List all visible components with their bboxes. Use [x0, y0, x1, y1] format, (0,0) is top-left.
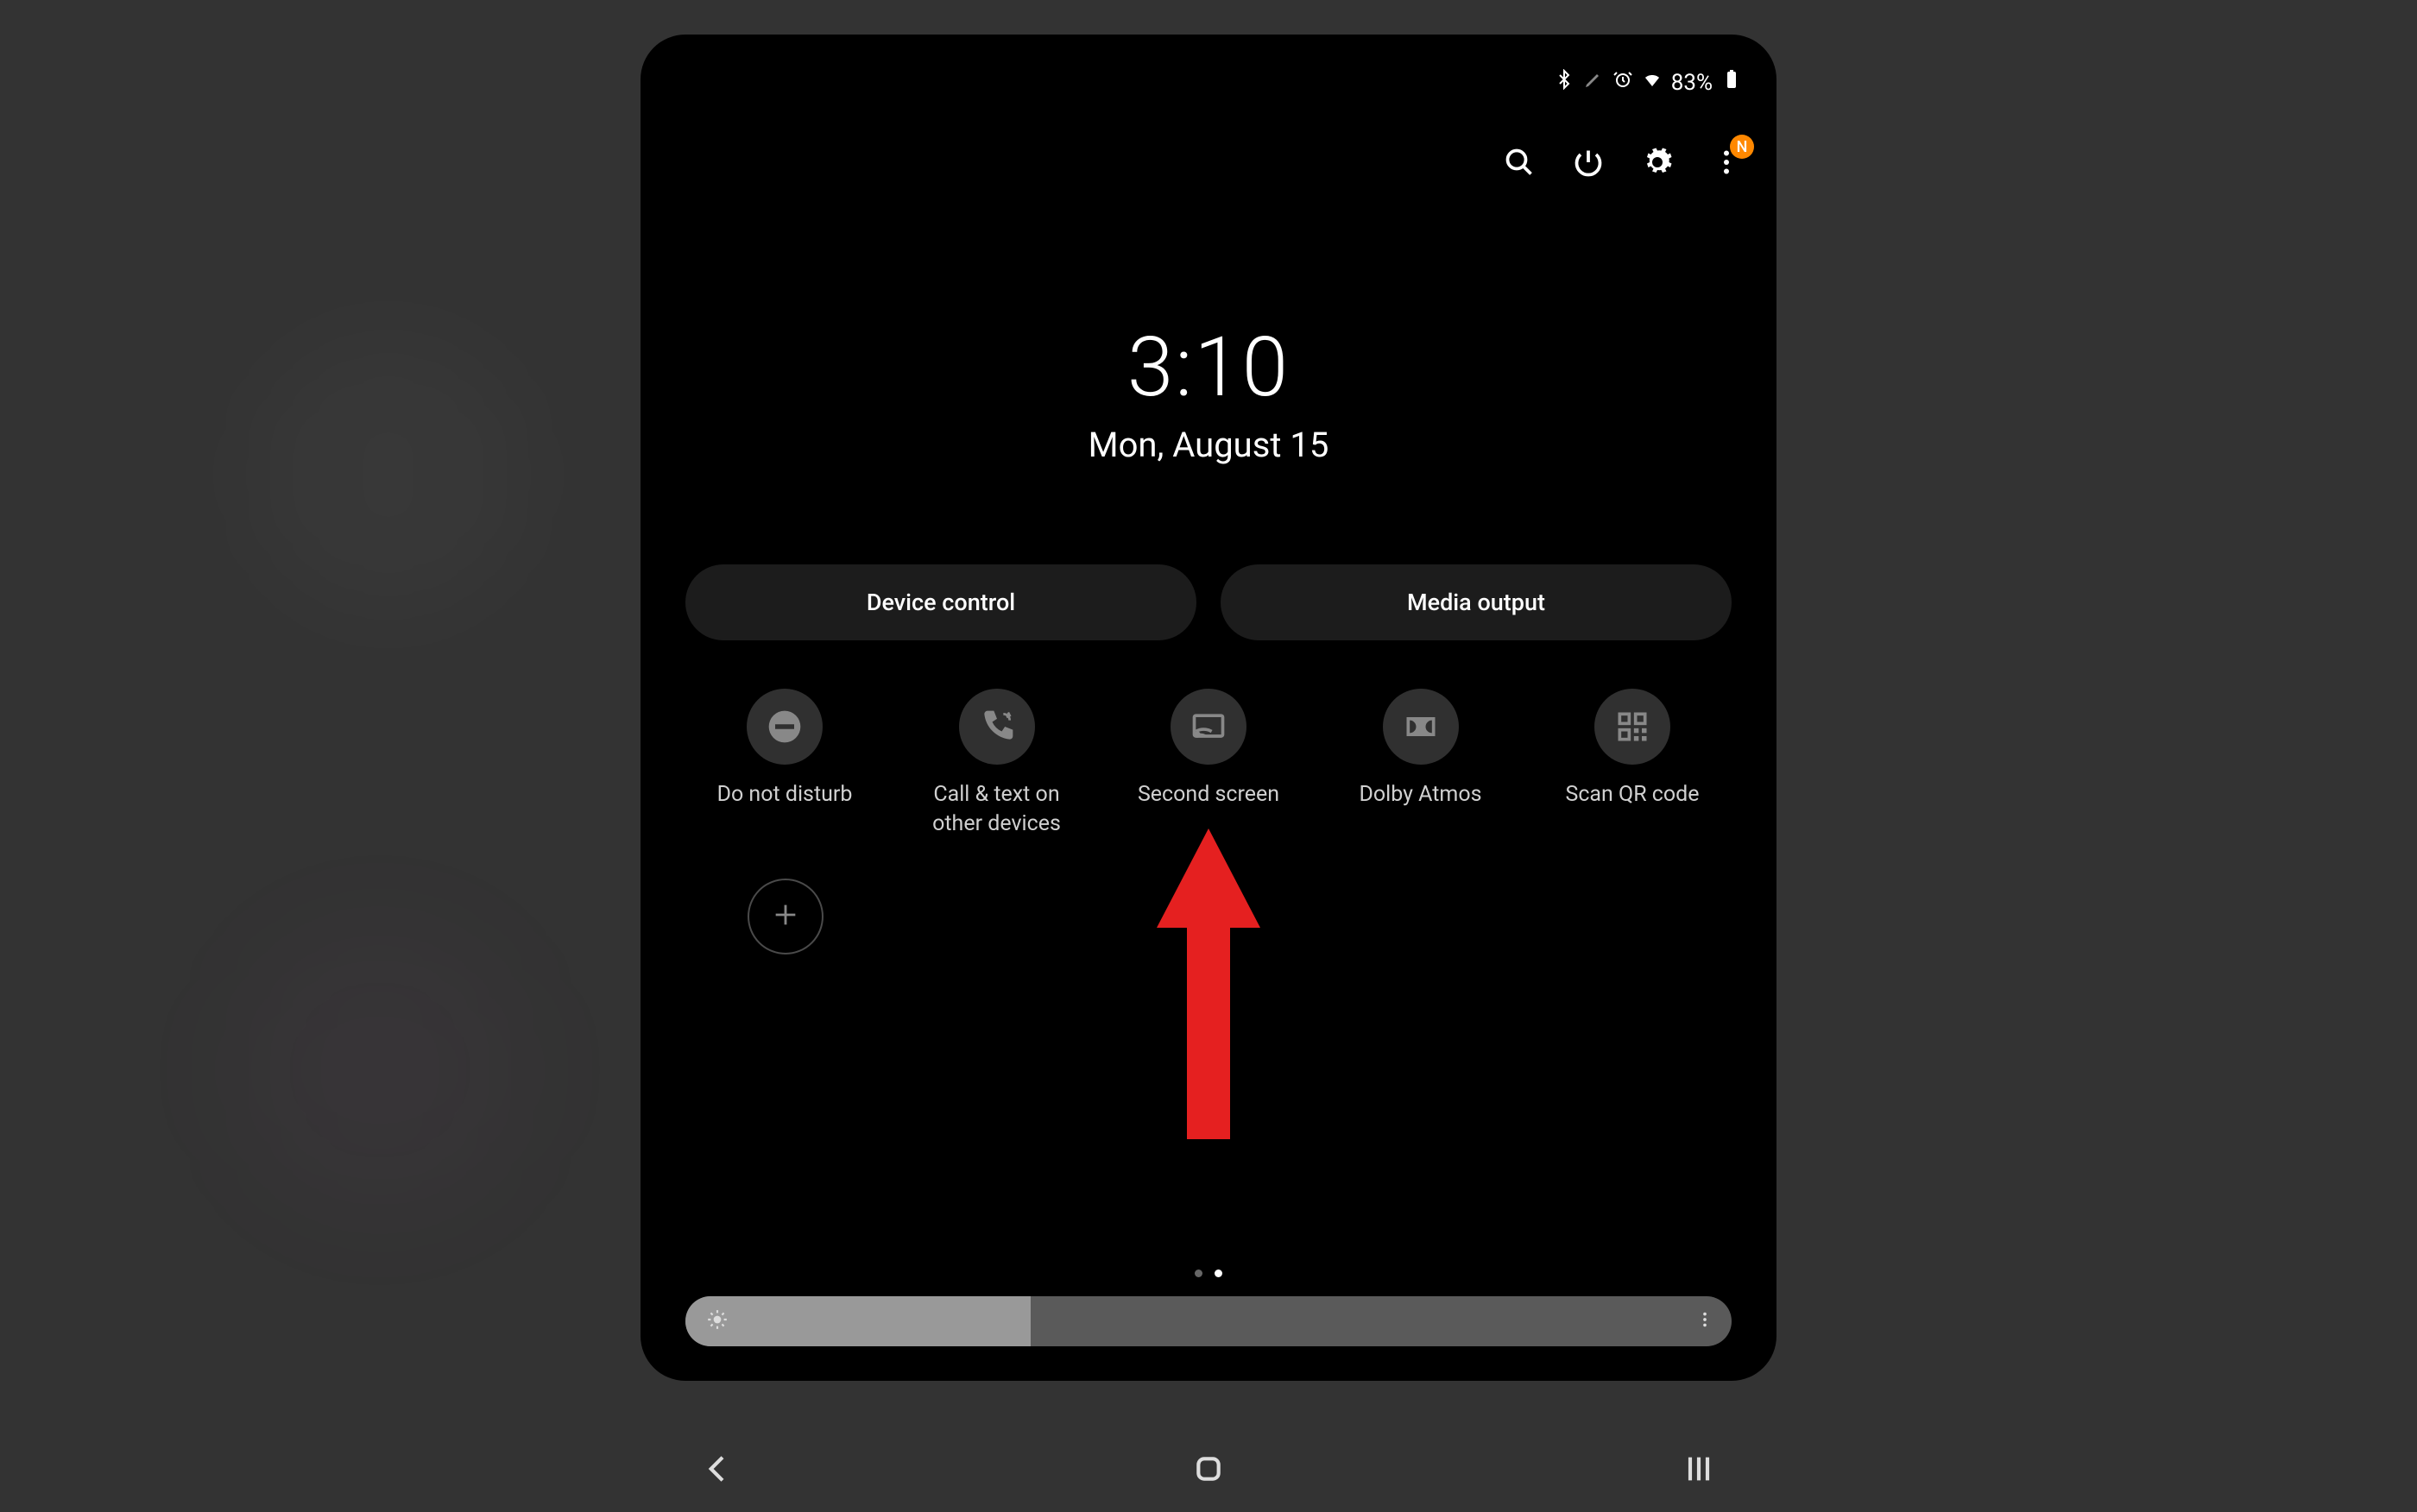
tile-label: Second screen — [1131, 780, 1286, 810]
tile-second-screen[interactable]: Second screen — [1109, 689, 1308, 839]
action-bar: N — [1504, 147, 1742, 181]
device-control-button[interactable]: Device control — [685, 564, 1196, 640]
sun-icon — [706, 1308, 729, 1334]
tile-dolby-atmos[interactable]: Dolby Atmos — [1322, 689, 1520, 839]
nav-home-icon[interactable] — [1191, 1452, 1226, 1490]
power-icon[interactable] — [1573, 147, 1604, 181]
plus-icon — [771, 900, 800, 933]
screen-mirror-icon — [1171, 689, 1246, 765]
clock-section: 3:10 Mon, August 15 — [641, 319, 1776, 465]
bluetooth-icon — [1554, 69, 1575, 96]
battery-icon — [1721, 69, 1742, 96]
more-icon[interactable]: N — [1711, 147, 1742, 181]
gear-icon[interactable] — [1642, 147, 1673, 181]
nav-recent-icon[interactable] — [1682, 1452, 1716, 1490]
notification-badge: N — [1730, 135, 1754, 159]
phone-sync-icon — [959, 689, 1035, 765]
add-tile-button[interactable] — [748, 879, 824, 954]
nav-back-icon[interactable] — [701, 1452, 735, 1490]
minus-circle-icon — [747, 689, 823, 765]
qr-code-icon — [1594, 689, 1670, 765]
clock-time: 3:10 — [641, 319, 1776, 416]
brightness-slider[interactable] — [685, 1296, 1732, 1346]
page-dot-active — [1215, 1269, 1222, 1277]
tile-do-not-disturb[interactable]: Do not disturb — [685, 689, 884, 839]
tile-label: Do not disturb — [707, 780, 862, 810]
nav-bar — [641, 1452, 1776, 1490]
wifi-icon — [1642, 69, 1663, 96]
tile-label: Dolby Atmos — [1343, 780, 1499, 810]
page-dot — [1195, 1269, 1202, 1277]
search-icon[interactable] — [1504, 147, 1535, 181]
alarm-icon — [1612, 69, 1633, 96]
device-control-label: Device control — [867, 589, 1015, 616]
tile-label: Call & text on other devices — [919, 780, 1075, 839]
tablet-frame: 83% N 3:10 Mon, August 15 Device control… — [641, 35, 1776, 1381]
tile-call-text-devices[interactable]: Call & text on other devices — [898, 689, 1096, 839]
brightness-menu-icon[interactable] — [1695, 1310, 1714, 1332]
media-output-button[interactable]: Media output — [1221, 564, 1732, 640]
dolby-icon — [1383, 689, 1459, 765]
annotation-arrow — [1157, 828, 1260, 1143]
battery-percent: 83% — [1671, 70, 1713, 96]
brightness-fill — [685, 1296, 1031, 1346]
clock-date: Mon, August 15 — [641, 425, 1776, 465]
page-indicator — [1195, 1269, 1222, 1277]
tile-label: Scan QR code — [1555, 780, 1710, 810]
media-output-label: Media output — [1407, 589, 1545, 616]
tile-scan-qr[interactable]: Scan QR code — [1533, 689, 1732, 839]
status-bar: 83% — [1554, 69, 1742, 96]
pencil-icon — [1583, 69, 1604, 96]
